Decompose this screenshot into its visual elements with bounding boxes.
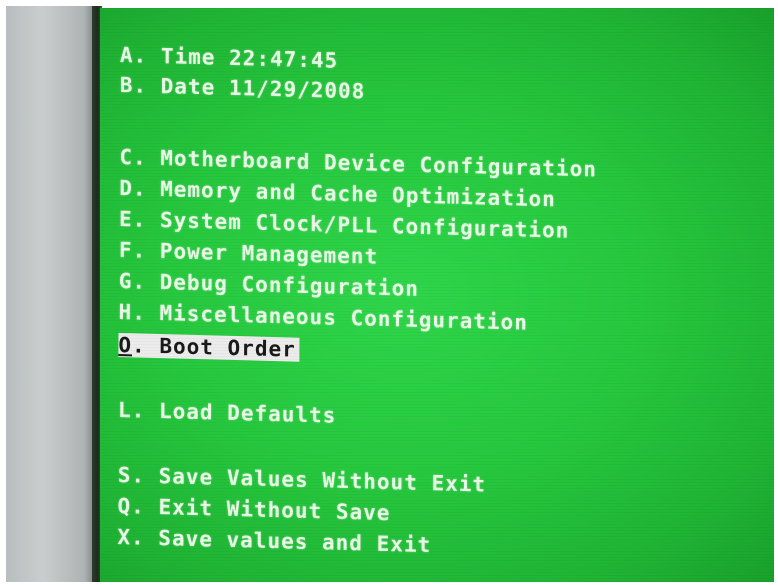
menu-item-time[interactable]: A. Time 22:47:45 bbox=[120, 42, 338, 74]
monitor-photo: A. Time 22:47:45 B. Date 11/29/2008 C. M… bbox=[0, 0, 778, 585]
menu-item-date[interactable]: B. Date 11/29/2008 bbox=[120, 72, 366, 104]
menu-item-boot-order[interactable]: O. Boot Order bbox=[118, 332, 300, 363]
boot-order-hotkey: O bbox=[118, 332, 133, 358]
menu-item-save-without-exit[interactable]: S. Save Values Without Exit bbox=[118, 462, 487, 498]
menu-item-power-management[interactable]: F. Power Management bbox=[119, 237, 378, 270]
menu-item-exit-without-save[interactable]: Q. Exit Without Save bbox=[118, 493, 391, 526]
menu-item-misc-config[interactable]: H. Miscellaneous Configuration bbox=[119, 299, 528, 336]
boot-order-label: . Boot Order bbox=[132, 333, 296, 362]
menu-item-load-defaults[interactable]: L. Load Defaults bbox=[118, 397, 336, 429]
bios-screen: A. Time 22:47:45 B. Date 11/29/2008 C. M… bbox=[100, 8, 774, 582]
monitor-bezel bbox=[6, 6, 98, 582]
boot-order-highlight: O. Boot Order bbox=[118, 332, 300, 362]
menu-item-save-and-exit[interactable]: X. Save values and Exit bbox=[117, 524, 431, 558]
menu-item-debug-config[interactable]: G. Debug Configuration bbox=[119, 268, 419, 302]
